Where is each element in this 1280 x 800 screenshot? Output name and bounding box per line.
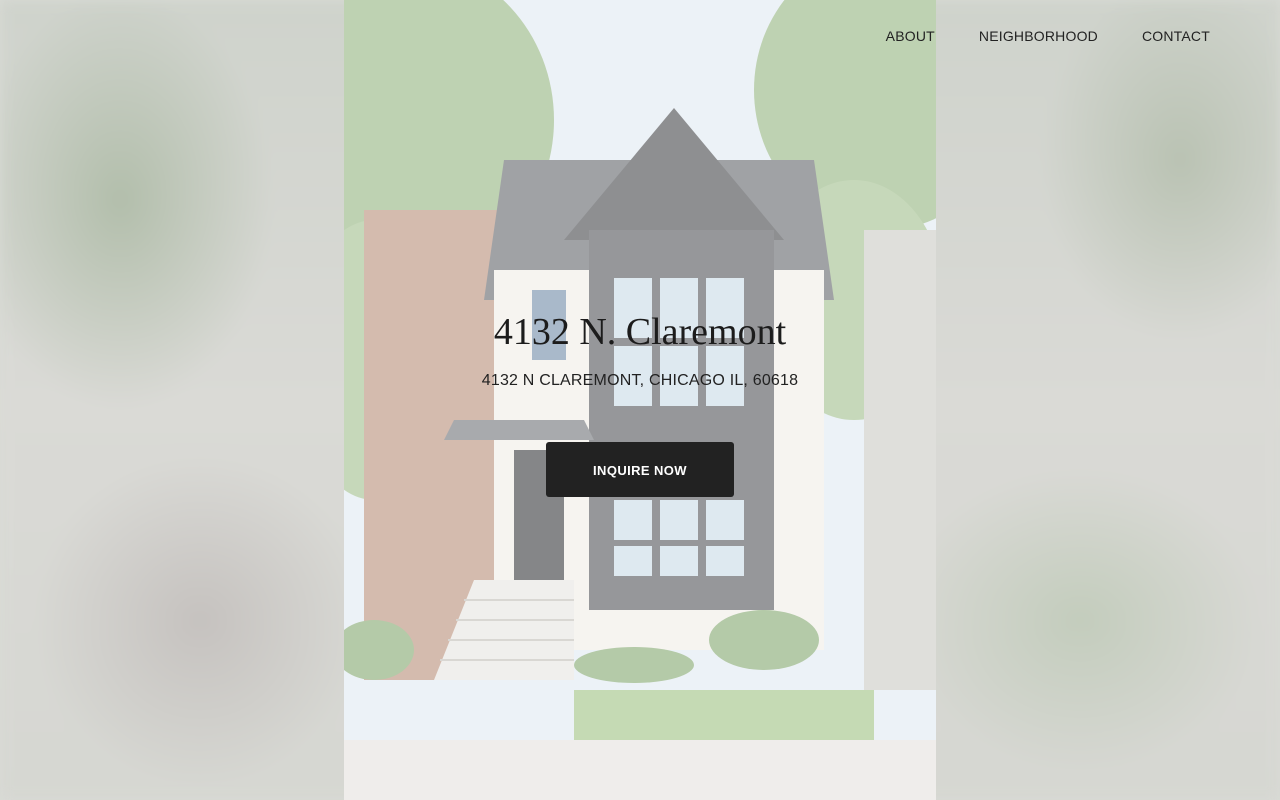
inquire-now-button[interactable]: INQUIRE NOW xyxy=(546,442,734,497)
hero: 4132 N. Claremont 4132 N CLAREMONT, CHIC… xyxy=(0,310,1280,497)
page-title: 4132 N. Claremont xyxy=(493,311,787,353)
nav-item-contact[interactable]: CONTACT xyxy=(1142,28,1210,44)
nav-item-about[interactable]: ABOUT xyxy=(886,28,935,44)
nav-item-neighborhood[interactable]: NEIGHBORHOOD xyxy=(979,28,1098,44)
top-nav: ABOUT NEIGHBORHOOD CONTACT xyxy=(886,28,1210,44)
property-address: 4132 N CLAREMONT, CHICAGO IL, 60618 xyxy=(481,372,799,389)
